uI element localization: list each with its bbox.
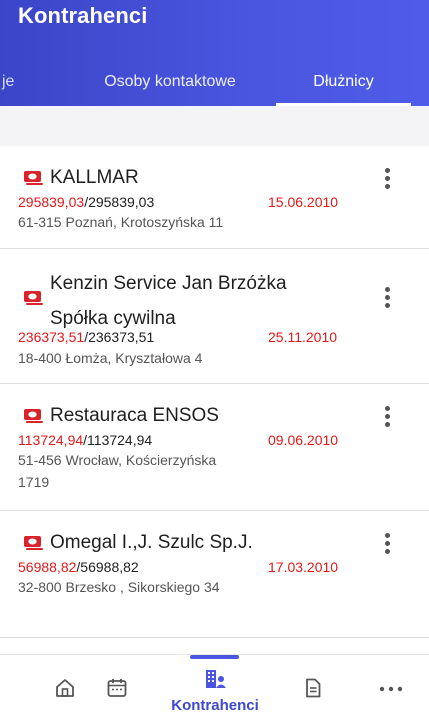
debtor-address: 32-800 Brzesko , Sikorskiego 34 [18, 579, 220, 595]
amount-outstanding: 295839,03 [18, 194, 85, 210]
more-icon [379, 686, 403, 692]
nav-contractors[interactable]: Kontrahenci [160, 655, 270, 720]
amount-outstanding: 56988,82 [18, 559, 77, 575]
list-item[interactable]: KALLMAR 295839,03/295839,03 15.06.2010 6… [0, 146, 429, 249]
debtor-address: 18-400 Łomża, Kryształowa 4 [18, 350, 203, 366]
tab-contact-persons[interactable]: Osoby kontaktowe [70, 58, 270, 106]
nav-calendar[interactable] [92, 655, 142, 720]
nav-home[interactable] [40, 655, 90, 720]
debtor-amount: 56988,82/56988,82 [18, 559, 139, 575]
debtor-name: KALLMAR [50, 167, 139, 188]
list-item[interactable]: Omegal I.,J. Szulc Sp.J. 56988,82/56988,… [0, 511, 429, 638]
money-icon [24, 171, 43, 185]
document-icon [306, 678, 321, 698]
more-options-icon[interactable] [380, 533, 394, 557]
debtor-amount: 113724,94/113724,94 [18, 432, 152, 448]
nav-active-indicator [190, 655, 239, 659]
nav-active-label: Kontrahenci [171, 697, 259, 714]
debtor-date: 15.06.2010 [268, 194, 339, 210]
debtor-address: 51-456 Wrocław, Kościerzyńska 1719 [18, 452, 217, 490]
debtor-date: 17.03.2010 [268, 559, 339, 575]
bottom-navigation: Kontrahenci [0, 654, 429, 720]
amount-total: /236373,51 [84, 329, 155, 345]
home-icon [56, 679, 74, 697]
debtor-date: 25.11.2010 [268, 329, 338, 345]
money-icon [24, 536, 43, 550]
app-bar: Kontrahenci je Osoby kontaktowe Dłużnicy [0, 0, 429, 106]
debtor-name: Kenzin Service Jan Brzóżka Spółka cywiln… [50, 273, 287, 329]
debtor-address: 61-315 Poznań, Krotoszyńska 11 [18, 214, 224, 230]
amount-total: /56988,82 [76, 559, 139, 575]
money-icon [24, 409, 43, 423]
more-options-icon[interactable] [380, 168, 394, 192]
money-icon [24, 291, 43, 305]
page-title: Kontrahenci [18, 3, 148, 28]
list-item[interactable]: Kenzin Service Jan Brzóżka Spółka cywiln… [0, 249, 429, 384]
amount-outstanding: 113724,94 [18, 432, 84, 448]
list-header-spacer [0, 106, 429, 146]
nav-documents[interactable] [288, 655, 338, 720]
debtor-name: Restauraca ENSOS [50, 405, 219, 426]
tab-bar: je Osoby kontaktowe Dłużnicy [0, 58, 429, 106]
more-options-icon[interactable] [380, 406, 394, 430]
more-options-icon[interactable] [380, 287, 394, 311]
amount-outstanding: 236373,51 [18, 329, 85, 345]
debtor-amount: 236373,51/236373,51 [18, 329, 154, 345]
debtor-name: Omegal I.,J. Szulc Sp.J. [50, 532, 253, 553]
debtor-date: 09.06.2010 [268, 432, 339, 448]
tab-debtors[interactable]: Dłużnicy [276, 58, 411, 106]
tab-previous-partial[interactable]: je [0, 58, 40, 106]
amount-total: /113724,94 [83, 432, 153, 448]
calendar-icon [107, 679, 127, 697]
nav-more[interactable] [366, 655, 416, 720]
amount-total: /295839,03 [84, 194, 155, 210]
debtor-amount: 295839,03/295839,03 [18, 194, 154, 210]
contractors-icon [206, 670, 226, 688]
debtor-list[interactable]: KALLMAR 295839,03/295839,03 15.06.2010 6… [0, 146, 429, 654]
list-item[interactable]: Restauraca ENSOS 113724,94/113724,94 09.… [0, 384, 429, 511]
